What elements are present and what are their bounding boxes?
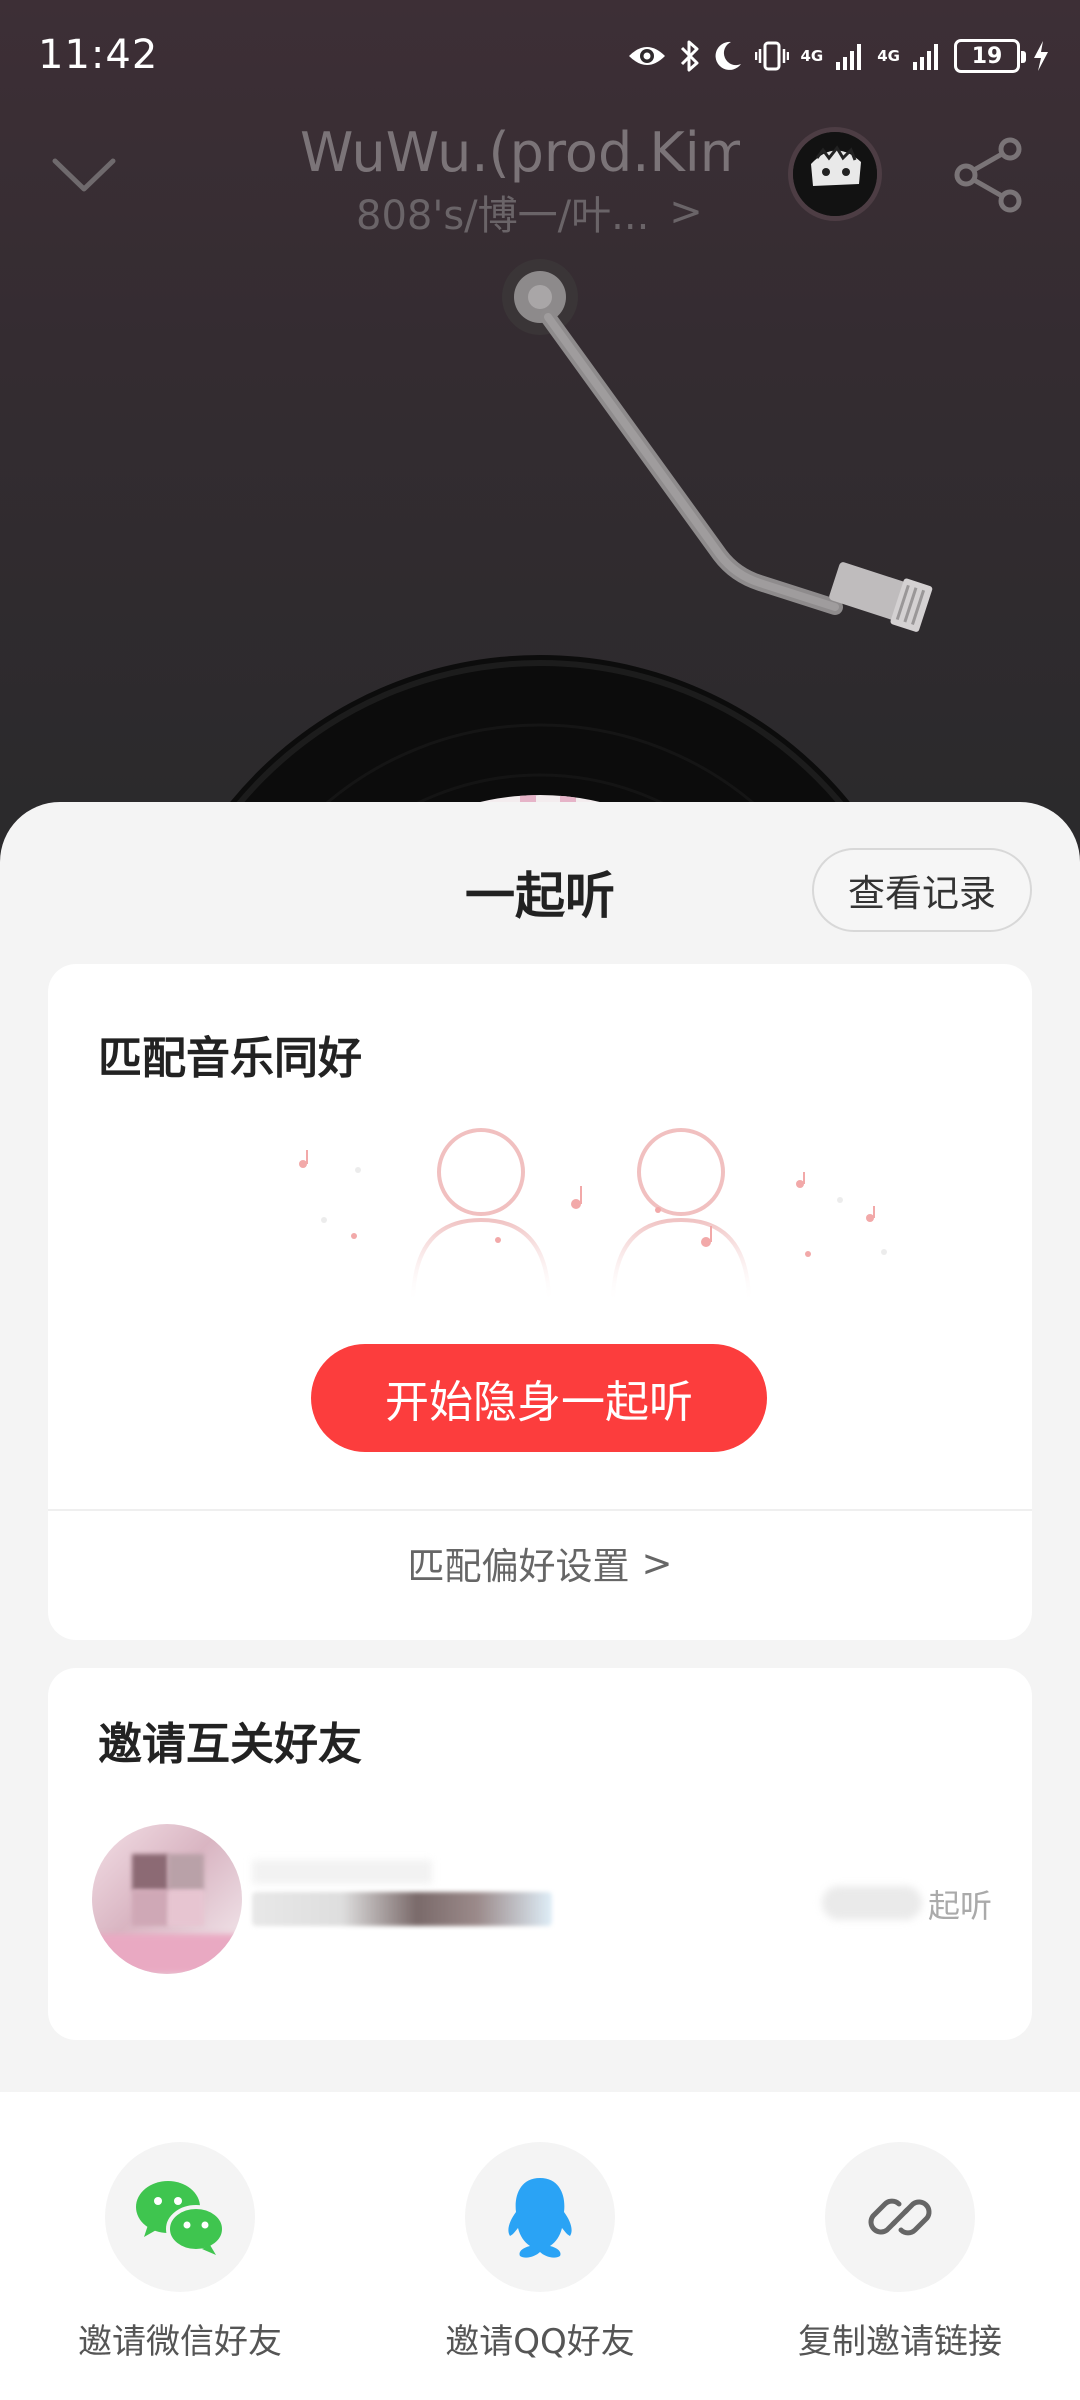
invite-wechat-icon-wrap (105, 2142, 255, 2292)
match-card: 匹配音乐同好 开始隐身一起听 匹配偏好设置 > (48, 964, 1032, 1640)
eye-icon (628, 47, 665, 65)
share-bar: 邀请微信好友 邀请QQ好友 复制邀请链接 (0, 2092, 1080, 2400)
artist-link[interactable]: 808's/博一/叶... > (356, 183, 703, 241)
start-anonymous-listen-button[interactable]: 开始隐身一起听 (311, 1344, 767, 1452)
invite-qq-icon-wrap (465, 2142, 615, 2292)
copy-invite-link-icon-wrap (825, 2142, 975, 2292)
status-icons: 4G 4G 19 (627, 36, 1051, 76)
tonearm (502, 259, 933, 632)
turntable (0, 245, 1080, 1455)
share-icon (954, 137, 1022, 213)
invite-card-title: 邀请互关好友 (98, 1719, 362, 1770)
bluetooth-icon (680, 40, 698, 72)
friend-avatar (92, 1824, 242, 1974)
link-icon (868, 2198, 932, 2236)
invite-wechat-label: 邀请微信好友 (78, 2322, 282, 2362)
song-title[interactable]: WuWu.(prod.Kim (300, 121, 740, 184)
chevron-down-icon (52, 158, 116, 192)
network-type-2: 4G (877, 46, 900, 65)
copy-invite-link-button[interactable]: 复制邀请链接 (770, 2142, 1030, 2363)
artist-chevron: > (669, 189, 703, 235)
turntable-graphic (140, 259, 940, 1455)
match-illustration (299, 1128, 887, 1304)
invite-qq-button[interactable]: 邀请QQ好友 (410, 2142, 670, 2363)
battery-icon: 19 (954, 39, 1026, 73)
battery-level: 19 (971, 43, 1003, 69)
player-header: WuWu.(prod.Kim 808's/博一/叶... > (0, 115, 1080, 245)
invite-friend-button[interactable]: 起听 (822, 1876, 992, 1932)
signal-1-label-wrap: 4G (800, 46, 824, 65)
copy-invite-link-label: 复制邀请链接 (798, 2322, 1002, 2362)
wechat-icon (136, 2181, 226, 2255)
share-button[interactable] (948, 135, 1028, 215)
signal-2-icon (913, 44, 938, 70)
match-preferences-link[interactable]: 匹配偏好设置 > (48, 1536, 1032, 1590)
status-time: 11:42 (38, 32, 159, 78)
avatar-image (793, 132, 877, 216)
vibrate-icon (754, 41, 789, 71)
invite-card: 邀请互关好友 起听 (48, 1668, 1032, 2040)
view-history-button[interactable]: 查看记录 (812, 848, 1032, 932)
network-type-1: 4G (800, 46, 824, 65)
qq-icon (508, 2178, 572, 2258)
artist-name: 808's/博一/叶... (356, 193, 650, 239)
friend-row: 起听 (92, 1824, 992, 1974)
invite-wechat-button[interactable]: 邀请微信好友 (50, 2142, 310, 2363)
divider (48, 1509, 1032, 1511)
chevron-right-icon: > (641, 1541, 673, 1585)
match-card-title: 匹配音乐同好 (98, 1033, 362, 1084)
listen-together-avatar[interactable] (788, 127, 882, 221)
moon-icon (715, 41, 741, 70)
status-bar: 11:42 4G 4G 19 (0, 0, 1080, 115)
friend-name-placeholder-top (252, 1860, 432, 1884)
charging-icon (1034, 41, 1048, 71)
friend-name-placeholder (252, 1892, 552, 1926)
signal-1-icon (836, 44, 862, 70)
collapse-button[interactable] (48, 145, 120, 205)
invite-qq-label: 邀请QQ好友 (445, 2322, 635, 2362)
match-preferences-label: 匹配偏好设置 (407, 1545, 630, 1588)
